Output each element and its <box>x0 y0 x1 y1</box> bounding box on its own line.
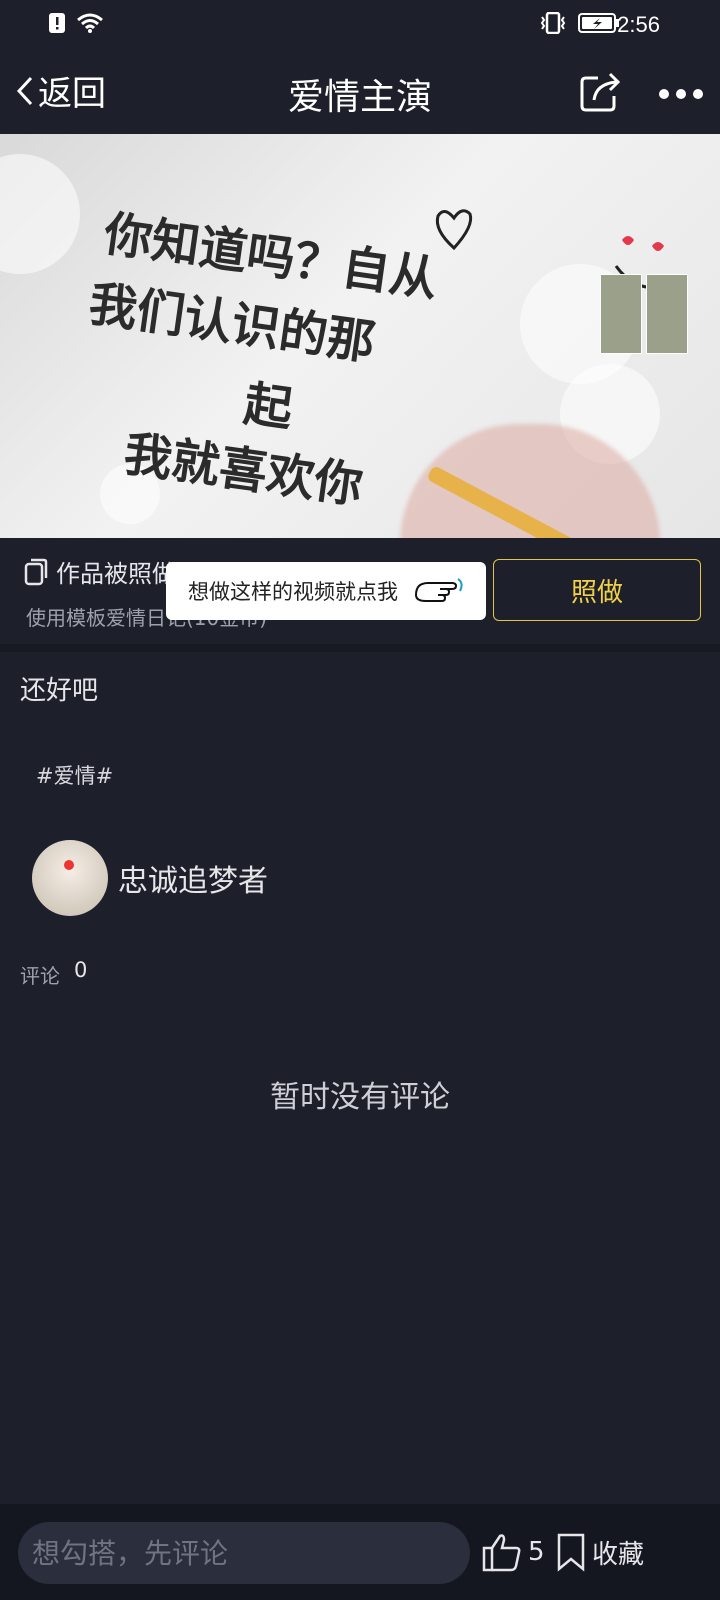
hashtag[interactable]: #爱情# <box>36 760 113 790</box>
status-bar: 2:56 <box>0 0 720 48</box>
participant-thumbnail <box>600 274 642 354</box>
wifi-icon <box>77 13 103 33</box>
bokeh-light <box>0 154 80 274</box>
avatar[interactable] <box>32 840 108 916</box>
author-row[interactable]: 忠诚追梦者 <box>32 840 268 916</box>
bottom-action-bar: 5 收藏 <box>0 1504 720 1600</box>
pointing-hand-icon <box>415 578 463 602</box>
top-nav-bar: 返回 爱情主演 <box>0 48 720 134</box>
comment-count: 0 <box>74 958 88 982</box>
heart-icon <box>64 860 74 870</box>
participant-thumbnails <box>600 274 688 354</box>
more-options-icon[interactable] <box>656 74 706 114</box>
favorite-button[interactable]: 收藏 <box>556 1532 644 1572</box>
author-name[interactable]: 忠诚追梦者 <box>118 856 268 900</box>
status-time: 2:56 <box>617 12 660 37</box>
copy-icon <box>24 558 48 585</box>
empty-comments-text: 暂时没有评论 <box>270 1080 450 1115</box>
tooltip-text: 想做这样的视频就点我 <box>188 580 398 604</box>
participant-thumbnail <box>646 274 688 354</box>
bookmark-icon <box>557 1533 585 1572</box>
alert-icon <box>49 13 65 33</box>
share-icon[interactable] <box>578 70 622 114</box>
comment-label: 评论 <box>20 964 60 988</box>
copied-text: 作品被照做 <box>56 560 176 588</box>
battery-icon <box>578 13 619 33</box>
like-count: 5 <box>528 1537 545 1567</box>
status-left-icons <box>48 12 104 34</box>
hint-tooltip: 想做这样的视频就点我 <box>166 562 486 620</box>
post-description: 还好吧 <box>20 676 99 706</box>
comment-input[interactable] <box>18 1522 470 1584</box>
section-divider <box>0 644 720 652</box>
copy-template-button[interactable]: 照做 <box>493 559 701 621</box>
like-button[interactable]: 5 <box>480 1532 545 1572</box>
favorite-label: 收藏 <box>592 1539 645 1570</box>
hero-text-line: 起 <box>240 375 296 439</box>
heart-outline-icon <box>435 209 473 251</box>
status-right-icons <box>538 12 620 34</box>
thumbs-up-icon <box>482 1534 521 1572</box>
vibrate-icon <box>540 12 566 34</box>
copied-count: 作品被照做 <box>24 554 176 589</box>
video-player[interactable]: 你知道吗？自从 我们认识的那 起 我就喜欢你 <box>0 134 720 538</box>
